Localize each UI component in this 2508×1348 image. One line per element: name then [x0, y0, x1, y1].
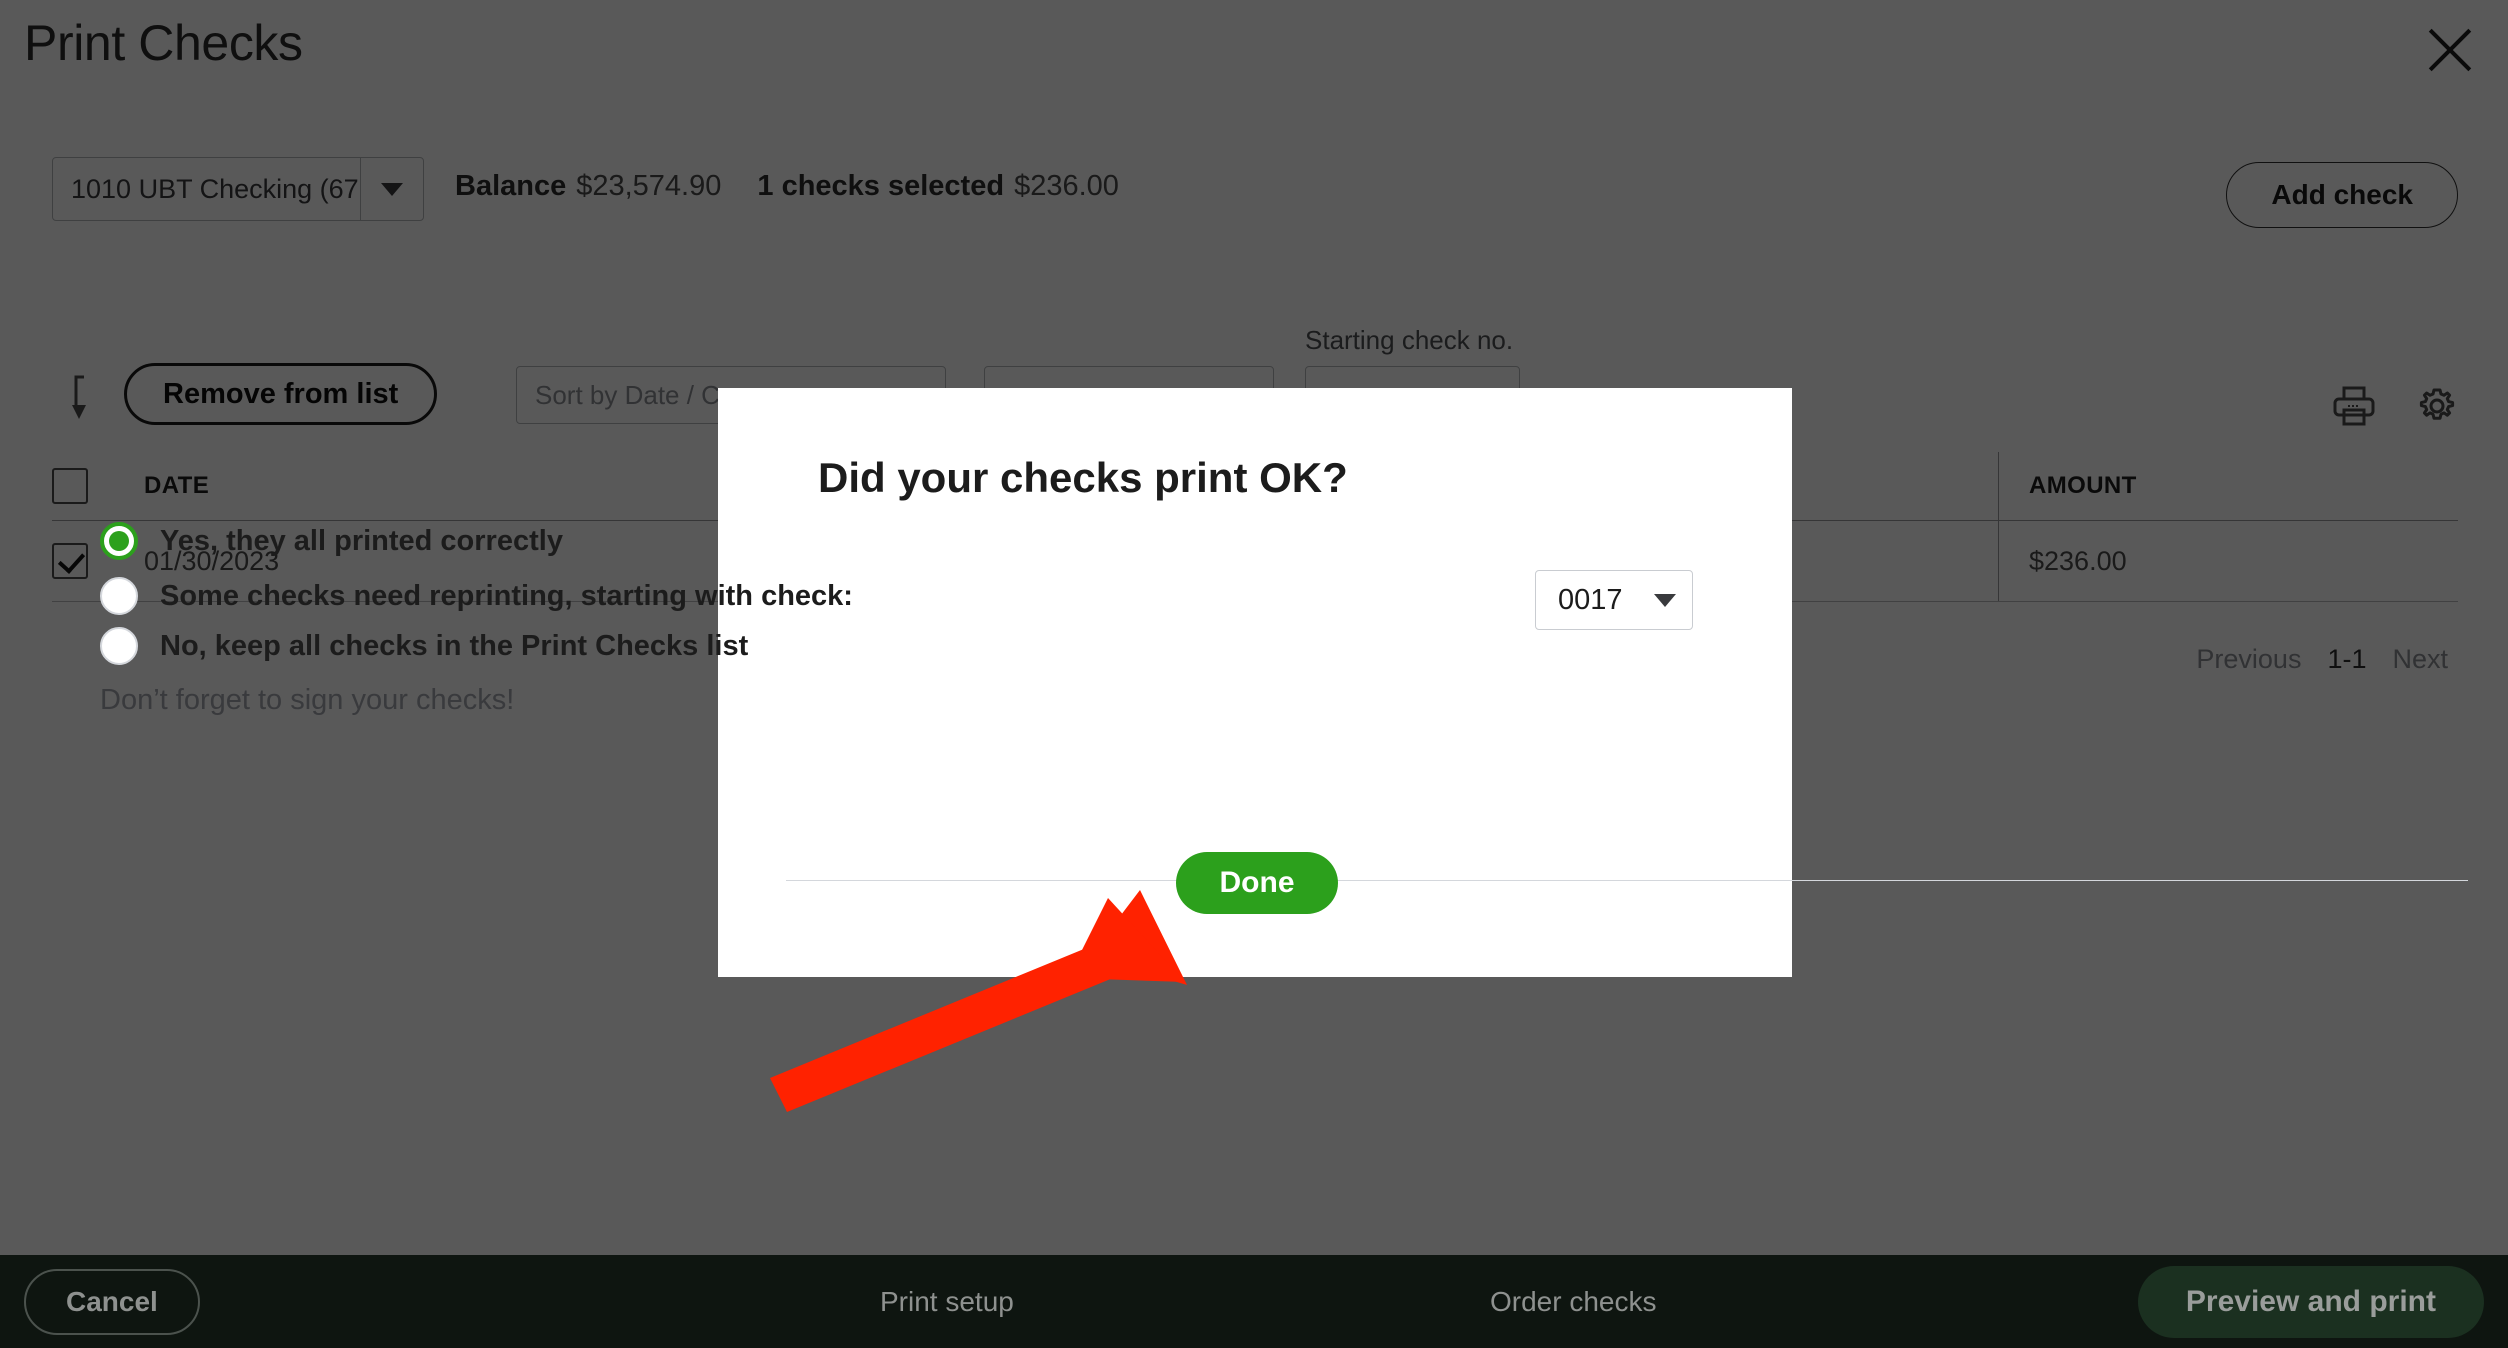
sort-select-value: Sort by Date / C [535, 379, 720, 410]
gear-icon[interactable] [2416, 385, 2458, 427]
preview-and-print-button[interactable]: Preview and print [2137, 1265, 2484, 1338]
radio-icon-unselected [100, 577, 138, 615]
select-all-checkbox[interactable] [52, 468, 88, 504]
column-header-amount: AMOUNT [1998, 452, 2458, 520]
page-title: Print Checks [24, 15, 303, 71]
print-checks-screen: Print Checks 1010 UBT Checking (67 Balan… [0, 0, 2508, 1348]
starting-check-number-select[interactable]: 0017 [1535, 570, 1693, 630]
pagination-range: 1-1 [2327, 644, 2367, 674]
done-button[interactable]: Done [1176, 852, 1338, 914]
balance-summary: Balance $23,574.90 1 checks selected $236.0… [455, 170, 1119, 203]
pagination-next[interactable]: Next [2392, 644, 2448, 674]
sign-checks-note: Don’t forget to sign your checks! [100, 684, 515, 716]
pagination: Previous 1-1 Next [2196, 644, 2448, 675]
dialog-title: Did your checks print OK? [818, 454, 1348, 501]
column-header-date: DATE [144, 472, 210, 499]
checks-selected-label: 1 checks selected [757, 170, 1005, 202]
close-icon[interactable] [2418, 18, 2480, 80]
remove-from-list-button[interactable]: Remove from list [124, 363, 438, 425]
add-check-button[interactable]: Add check [2226, 162, 2458, 228]
radio-option-keep-all[interactable]: No, keep all checks in the Print Checks … [100, 627, 748, 665]
chevron-down-icon-2 [1654, 593, 1676, 607]
row-checkbox[interactable] [52, 543, 88, 579]
chevron-down-icon [360, 158, 423, 220]
radio-option-reprint[interactable]: Some checks need reprinting, starting wi… [100, 577, 853, 615]
radio-option-reprint-label: Some checks need reprinting, starting wi… [160, 579, 853, 612]
checks-selected-amount: $236.00 [1014, 170, 1119, 202]
dialog-divider [786, 880, 2468, 881]
balance-amount: $23,574.90 [576, 170, 722, 202]
printer-icon[interactable] [2332, 386, 2376, 426]
cancel-button[interactable]: Cancel [24, 1268, 200, 1335]
starting-check-number-value: 0017 [1558, 583, 1623, 616]
cell-amount: $236.00 [1998, 521, 2458, 601]
balance-label: Balance [455, 170, 567, 202]
bottom-toolbar: Cancel Print setup Order checks Preview … [0, 1255, 2508, 1348]
account-select[interactable]: 1010 UBT Checking (67 [52, 157, 424, 221]
radio-option-printed-ok-label: Yes, they all printed correctly [160, 524, 563, 557]
radio-option-printed-ok[interactable]: Yes, they all printed correctly [100, 522, 563, 560]
radio-icon-unselected-2 [100, 627, 138, 665]
order-checks-link[interactable]: Order checks [1490, 1286, 1657, 1318]
account-select-value: 1010 UBT Checking (67 [71, 173, 359, 204]
radio-icon-selected [100, 522, 138, 560]
print-setup-link[interactable]: Print setup [880, 1286, 1014, 1318]
starting-check-no-label: Starting check no. [1305, 325, 1514, 355]
pagination-previous[interactable]: Previous [2196, 644, 2301, 674]
radio-option-keep-all-label: No, keep all checks in the Print Checks … [160, 629, 749, 662]
batch-action-icon [72, 375, 108, 421]
select-all-cell [52, 468, 108, 504]
toolbar-icons [2332, 385, 2458, 427]
